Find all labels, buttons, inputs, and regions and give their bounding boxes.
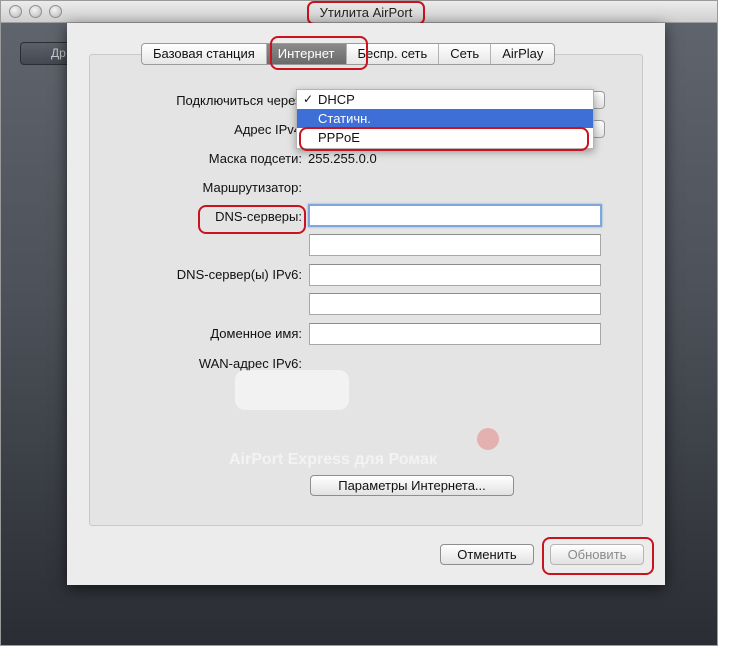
window-title: Утилита AirPort [307,1,425,25]
airport-utility-window: Утилита AirPort Др AirPort Express для Р… [0,0,718,646]
tab-bar: Базовая станция Интернет Беспр. сеть Сет… [141,43,556,65]
tab-network[interactable]: Сеть [439,44,492,64]
dns-ipv6-label: DNS-сервер(ы) IPv6: [176,267,302,282]
dns-server-1-input[interactable] [308,204,602,227]
menu-item-static[interactable]: Статичн. [297,109,593,128]
tab-airplay[interactable]: AirPlay [491,44,554,64]
menu-item-pppoe[interactable]: PPPoE [297,128,593,147]
domain-name-label: Доменное имя: [210,326,302,341]
minimize-window-button[interactable] [29,5,42,18]
subnet-mask-value: 255.255.0.0 [308,151,377,166]
checkmark-icon: ✓ [303,92,314,106]
wan-ipv6-label: WAN-адрес IPv6: [198,356,302,371]
update-button[interactable]: Обновить [550,544,644,565]
menu-item-dhcp[interactable]: ✓ DHCP [297,90,593,109]
tab-internet[interactable]: Интернет [266,44,347,64]
page-margin [0,646,718,659]
tab-base-station[interactable]: Базовая станция [142,44,267,64]
ipv4-popup[interactable] [593,120,605,138]
connect-via-menu: ✓ DHCP Статичн. PPPoE [296,89,594,149]
status-badge-icon [477,428,499,450]
device-name-ghost: AirPort Express для Ромак [229,451,437,468]
router-label: Маршрутизатор: [202,180,302,195]
dns-ipv6-1-input[interactable] [309,264,601,286]
cancel-button[interactable]: Отменить [440,544,534,565]
close-window-button[interactable] [9,5,22,18]
zoom-window-button[interactable] [49,5,62,18]
ipv4-address-label: Адрес IPv4 [234,122,301,137]
tab-wireless[interactable]: Беспр. сеть [347,44,440,64]
base-station-device-icon [235,370,349,410]
subnet-mask-label: Маска подсети: [208,151,302,166]
dns-ipv6-2-input[interactable] [309,293,601,315]
dns-servers-label: DNS-серверы: [215,209,302,224]
domain-name-input[interactable] [309,323,601,345]
settings-sheet: Базовая станция Интернет Беспр. сеть Сет… [67,23,665,585]
connect-via-popup[interactable] [593,91,605,109]
connect-via-label: Подключиться через [176,93,301,108]
internet-options-button[interactable]: Параметры Интернета... [310,475,514,496]
dns-server-2-input[interactable] [309,234,601,256]
